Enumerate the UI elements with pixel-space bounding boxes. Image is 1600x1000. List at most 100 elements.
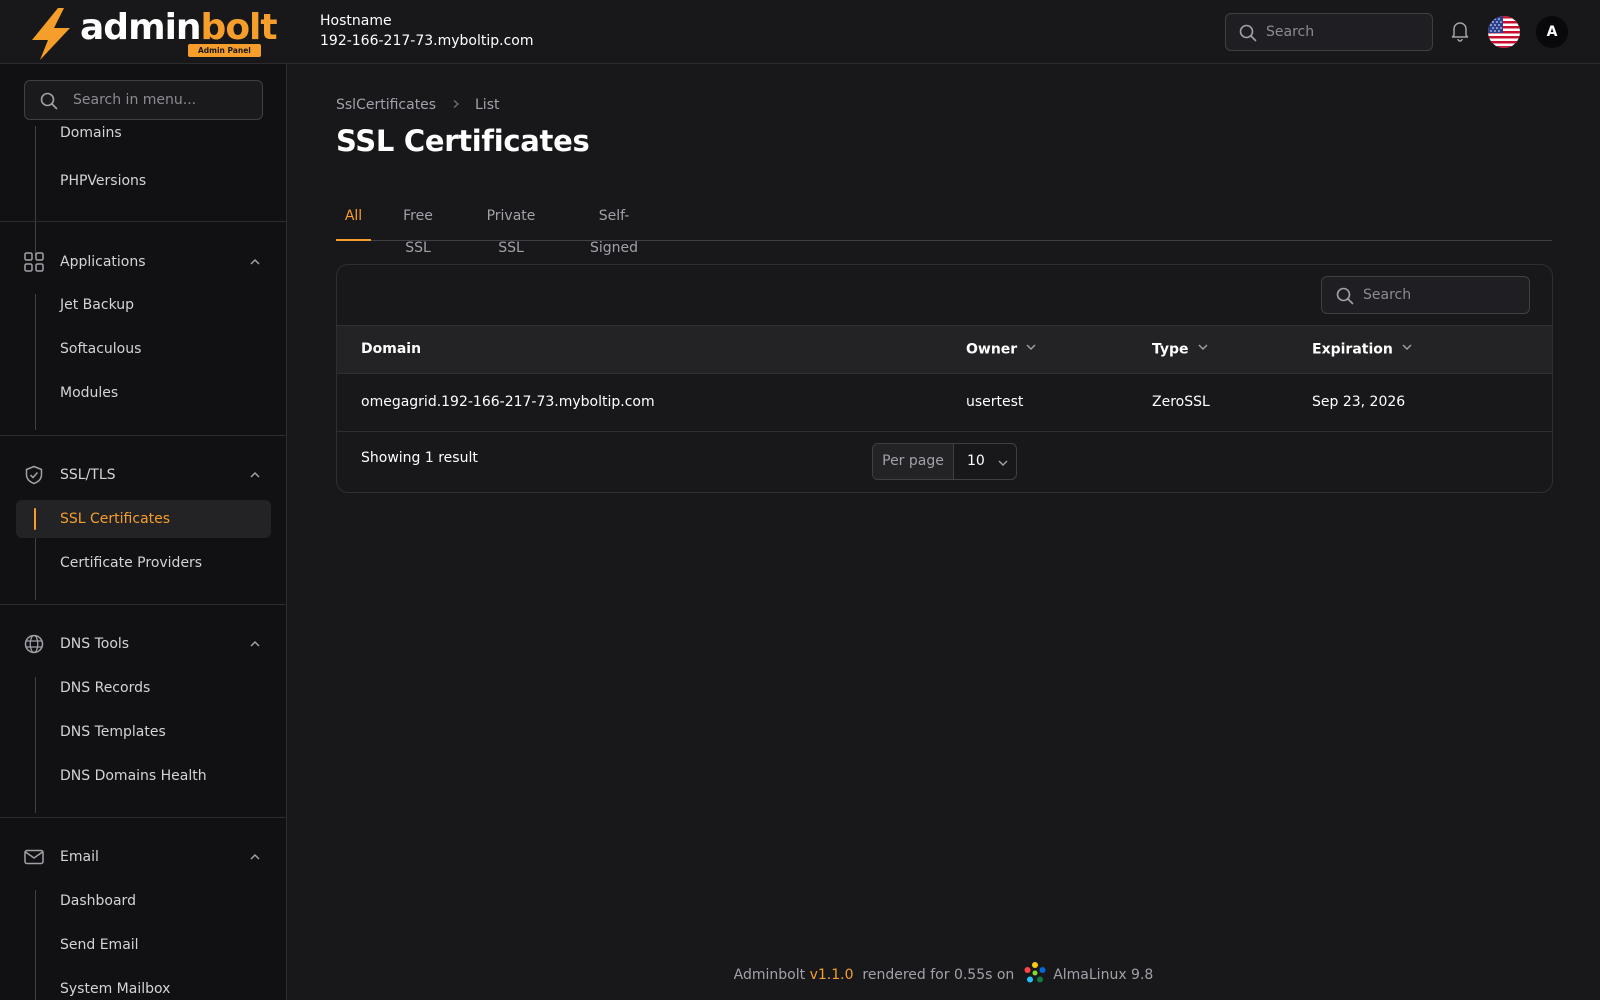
sidebar-item-email-dashboard[interactable]: Dashboard [16,882,271,920]
logo-wordmark: adminbolt [80,7,278,48]
cell-type: ZeroSSL [1152,394,1210,410]
tab-private-ssl[interactable]: Private SSL [474,200,548,256]
hostname-value: 192-166-217-73.myboltip.com [320,33,534,49]
chevron-down-icon [1197,326,1209,373]
footer: Adminbolt v1.1.0 rendered for 0.55s on A… [287,961,1600,989]
sidebar-item-label: DNS Records [60,680,151,696]
group-label: SSL/TLS [60,467,116,483]
table-header: Domain Owner Type Expiration [337,325,1552,374]
search-icon [1336,287,1354,305]
sidebar-item-label: Domains [60,125,122,141]
sidebar-item-dns-templates[interactable]: DNS Templates [16,713,271,751]
sidebar-item-label: Dashboard [60,893,136,909]
global-search-input[interactable] [1266,14,1426,50]
tab-free-ssl[interactable]: Free SSL [390,200,446,256]
breadcrumb-root[interactable]: SslCertificates [336,97,436,113]
shield-check-icon [25,465,43,485]
breadcrumb-current: List [475,97,500,113]
chevron-up-icon [250,640,260,647]
sidebar-item-dns-domains-health[interactable]: DNS Domains Health [16,757,271,795]
cell-owner: usertest [966,394,1024,410]
sidebar-item-modules[interactable]: Modules [16,374,271,412]
sidebar-item-label: Jet Backup [60,297,134,313]
bolt-icon [32,8,70,60]
group-dns-tools[interactable]: DNS Tools [16,624,271,664]
footer-rendered: rendered for 0.55s on [862,967,1015,983]
sidebar-item-domains[interactable]: Domains [16,118,271,148]
sidebar-item-ssl-certificates[interactable]: SSL Certificates [16,500,271,538]
group-ssl-tls[interactable]: SSL/TLS [16,455,271,495]
per-page-select[interactable]: Per page 10 [872,443,1017,480]
cell-domain: omegagrid.192-166-217-73.myboltip.com [361,394,655,410]
sidebar-item-softaculous[interactable]: Softaculous [16,330,271,368]
chevron-down-icon [1025,326,1037,373]
chevron-down-icon [998,460,1008,466]
global-search[interactable] [1225,13,1433,51]
breadcrumb: SslCertificates List [336,97,499,113]
sidebar-item-dns-records[interactable]: DNS Records [16,669,271,707]
sidebar-item-jet-backup[interactable]: Jet Backup [16,286,271,324]
table-search[interactable] [1321,276,1530,314]
column-header-domain: Domain [361,341,422,357]
sidebar-item-label: Modules [60,385,119,401]
search-icon [40,92,58,110]
footer-version[interactable]: v1.1.0 [810,967,854,983]
cell-expiration: Sep 23, 2026 [1312,394,1406,410]
sidebar-item-label: SSL Certificates [60,511,171,527]
sidebar-item-label: Certificate Providers [60,555,203,571]
divider [0,221,286,222]
chevron-right-icon [451,97,461,113]
logo-badge: Admin Panel [188,44,261,57]
chevron-up-icon [250,853,260,860]
active-indicator [34,508,36,530]
menu-search[interactable] [24,80,263,120]
chevron-up-icon [250,471,260,478]
chevron-up-icon [250,258,260,265]
group-label: Email [60,849,99,865]
table-search-input[interactable] [1363,277,1523,313]
divider [0,604,286,605]
tab-bar: All Free SSL Private SSL Self-Signed [336,200,1552,256]
per-page-label: Per page [873,444,954,479]
search-icon [1239,24,1257,42]
sidebar-item-system-mailbox[interactable]: System Mailbox [16,970,271,1000]
footer-product: Adminbolt [733,967,806,983]
adminbolt-logo[interactable]: adminbolt Admin Panel [28,6,278,60]
bell-icon[interactable] [1450,20,1470,42]
column-header-type[interactable]: Type [1152,326,1209,374]
menu-search-input[interactable] [73,81,253,119]
grid-icon [24,252,44,272]
group-label: DNS Tools [60,636,130,652]
tab-all[interactable]: All [336,200,371,241]
results-count: Showing 1 result [361,450,478,466]
sidebar-item-label: Send Email [60,937,139,953]
us-flag-icon[interactable] [1488,16,1520,48]
sidebar-item-label: DNS Domains Health [60,768,207,784]
almalinux-logo-icon [1023,961,1047,989]
sidebar-item-phpversions[interactable]: PHPVersions [16,162,271,200]
sidebar-item-label: Softaculous [60,341,142,357]
globe-icon [24,634,44,654]
hostname-label: Hostname [320,13,392,29]
table-row[interactable]: omegagrid.192-166-217-73.myboltip.com us… [337,374,1552,432]
sidebar-item-label: DNS Templates [60,724,166,740]
top-bar: adminbolt Admin Panel Hostname 192-166-2… [0,0,1600,64]
sidebar-item-label: PHPVersions [60,173,147,189]
tab-self-signed[interactable]: Self-Signed [576,200,652,256]
divider [0,817,286,818]
divider [0,435,286,436]
sidebar-item-label: System Mailbox [60,981,171,997]
column-header-expiration[interactable]: Expiration [1312,326,1413,374]
group-email[interactable]: Email [16,837,271,877]
group-label: Applications [60,254,146,270]
sidebar: Domains PHPVersions Applications Jet Bac… [0,64,287,1000]
user-avatar[interactable]: A [1536,16,1568,48]
per-page-value: 10 [967,453,985,469]
sidebar-item-certificate-providers[interactable]: Certificate Providers [16,544,271,582]
group-applications[interactable]: Applications [16,242,271,282]
envelope-icon [24,849,44,865]
sidebar-item-send-email[interactable]: Send Email [16,926,271,964]
column-header-owner[interactable]: Owner [966,326,1037,374]
certificates-table-card: Domain Owner Type Expiration omegagrid.1… [336,264,1553,493]
chevron-down-icon [1401,326,1413,373]
